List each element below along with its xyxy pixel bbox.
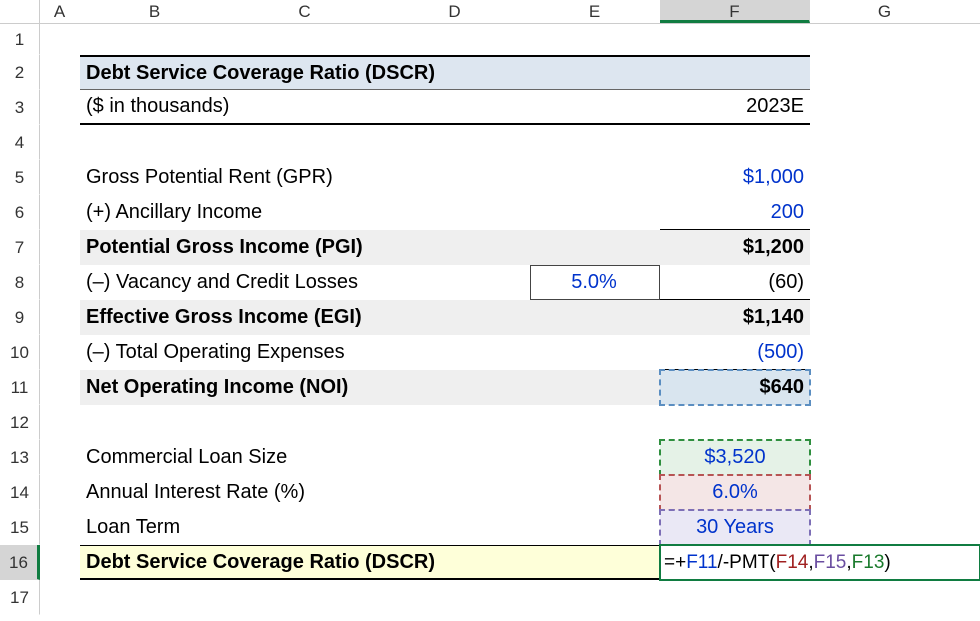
row-header-4[interactable]: 4 (0, 125, 40, 160)
formula-ref-F14: F14 (776, 552, 809, 574)
row-header-10[interactable]: 10 (0, 335, 40, 370)
dscr-label[interactable]: Debt Service Coverage Ratio (DSCR) (80, 545, 660, 580)
vacancy-pct[interactable]: 5.0% (530, 265, 660, 300)
egi-value[interactable]: $1,140 (660, 300, 810, 335)
col-header-C[interactable]: C (230, 0, 380, 23)
cell-A11[interactable] (40, 370, 80, 405)
cell-A3[interactable] (40, 90, 80, 125)
col-header-G[interactable]: G (810, 0, 960, 23)
cell-A6[interactable] (40, 195, 80, 230)
row-8: 8 (–) Vacancy and Credit Losses 5.0% (60… (0, 265, 980, 300)
row-12: 12 (0, 405, 980, 440)
loan-size-value[interactable]: $3,520 (660, 440, 810, 475)
row-header-7[interactable]: 7 (0, 230, 40, 265)
loan-term-value[interactable]: 30 Years (660, 510, 810, 545)
row-4: 4 (0, 125, 980, 160)
interest-rate-value[interactable]: 6.0% (660, 475, 810, 510)
cell-A13[interactable] (40, 440, 80, 475)
column-headers: A B C D E F G (0, 0, 980, 24)
row-header-6[interactable]: 6 (0, 195, 40, 230)
subheader-label[interactable]: ($ in thousands) (80, 90, 660, 125)
row-header-8[interactable]: 8 (0, 265, 40, 300)
formula-suffix: ) (884, 552, 890, 574)
opex-value[interactable]: (500) (660, 335, 810, 370)
cell-A14[interactable] (40, 475, 80, 510)
row-2: 2 Debt Service Coverage Ratio (DSCR) (0, 55, 980, 90)
cell-A10[interactable] (40, 335, 80, 370)
formula-ref-F15: F15 (814, 552, 847, 574)
col-header-A[interactable]: A (40, 0, 80, 23)
subheader-year[interactable]: 2023E (660, 90, 810, 125)
row-10: 10 (–) Total Operating Expenses (500) (0, 335, 980, 370)
grid-rows: 1 2 Debt Service Coverage Ratio (DSCR) 3… (0, 24, 980, 615)
row-header-14[interactable]: 14 (0, 475, 40, 510)
ancillary-label[interactable]: (+) Ancillary Income (80, 195, 660, 230)
row-header-12[interactable]: 12 (0, 405, 40, 440)
cell-B1[interactable] (80, 24, 810, 55)
formula-ref-F13: F13 (852, 552, 885, 574)
row-header-1[interactable]: 1 (0, 24, 40, 55)
noi-value[interactable]: $640 (660, 370, 810, 405)
cell-A16[interactable] (40, 545, 80, 580)
col-header-D[interactable]: D (380, 0, 530, 23)
loan-size-label[interactable]: Commercial Loan Size (80, 440, 660, 475)
cell-A9[interactable] (40, 300, 80, 335)
row-14: 14 Annual Interest Rate (%) 6.0% (0, 475, 980, 510)
col-header-B[interactable]: B (80, 0, 230, 23)
row-9: 9 Effective Gross Income (EGI) $1,140 (0, 300, 980, 335)
cell-A17[interactable] (40, 580, 80, 615)
gpr-value[interactable]: $1,000 (660, 160, 810, 195)
ancillary-value[interactable]: 200 (660, 195, 810, 230)
opex-label[interactable]: (–) Total Operating Expenses (80, 335, 660, 370)
col-header-F[interactable]: F (660, 0, 810, 23)
cell-A8[interactable] (40, 265, 80, 300)
pgi-value[interactable]: $1,200 (660, 230, 810, 265)
row-16: 16 Debt Service Coverage Ratio (DSCR) =+… (0, 545, 980, 580)
dscr-formula-cell[interactable]: =+F11/-PMT(F14,F15,F13) (660, 545, 980, 580)
cell-A5[interactable] (40, 160, 80, 195)
row-7: 7 Potential Gross Income (PGI) $1,200 (0, 230, 980, 265)
spreadsheet: A B C D E F G 1 2 Debt Service Coverage … (0, 0, 980, 621)
row-header-2[interactable]: 2 (0, 55, 40, 90)
cell-A4[interactable] (40, 125, 80, 160)
row-header-5[interactable]: 5 (0, 160, 40, 195)
formula-prefix: =+ (664, 552, 686, 574)
row-header-13[interactable]: 13 (0, 440, 40, 475)
row-15: 15 Loan Term 30 Years (0, 510, 980, 545)
cell-A2[interactable] (40, 55, 80, 90)
row-3: 3 ($ in thousands) 2023E (0, 90, 980, 125)
cell-A12[interactable] (40, 405, 80, 440)
row-header-3[interactable]: 3 (0, 90, 40, 125)
interest-rate-label[interactable]: Annual Interest Rate (%) (80, 475, 660, 510)
pgi-label[interactable]: Potential Gross Income (PGI) (80, 230, 660, 265)
row-11: 11 Net Operating Income (NOI) $640 (0, 370, 980, 405)
vacancy-value[interactable]: (60) (660, 265, 810, 300)
cell-A7[interactable] (40, 230, 80, 265)
formula-mid: /-PMT( (718, 552, 776, 574)
formula-ref-F11: F11 (686, 552, 717, 574)
loan-term-label[interactable]: Loan Term (80, 510, 660, 545)
gpr-label[interactable]: Gross Potential Rent (GPR) (80, 160, 660, 195)
row-13: 13 Commercial Loan Size $3,520 (0, 440, 980, 475)
egi-label[interactable]: Effective Gross Income (EGI) (80, 300, 660, 335)
noi-label[interactable]: Net Operating Income (NOI) (80, 370, 660, 405)
select-all-corner[interactable] (0, 0, 40, 23)
col-header-E[interactable]: E (530, 0, 660, 23)
vacancy-label[interactable]: (–) Vacancy and Credit Losses (80, 265, 530, 300)
cell-A15[interactable] (40, 510, 80, 545)
row-header-9[interactable]: 9 (0, 300, 40, 335)
row-header-16[interactable]: 16 (0, 545, 40, 580)
row-header-11[interactable]: 11 (0, 370, 40, 405)
title-cell[interactable]: Debt Service Coverage Ratio (DSCR) (80, 55, 810, 90)
row-6: 6 (+) Ancillary Income 200 (0, 195, 980, 230)
row-header-15[interactable]: 15 (0, 510, 40, 545)
row-5: 5 Gross Potential Rent (GPR) $1,000 (0, 160, 980, 195)
row-17: 17 (0, 580, 980, 615)
row-header-17[interactable]: 17 (0, 580, 40, 615)
cell-A1[interactable] (40, 24, 80, 55)
row-1: 1 (0, 24, 980, 55)
